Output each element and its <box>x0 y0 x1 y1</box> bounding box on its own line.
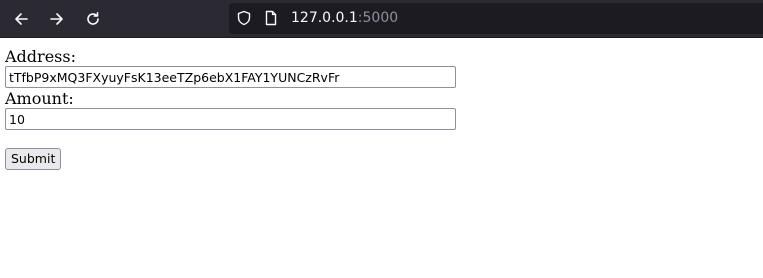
back-arrow-icon <box>13 11 29 27</box>
reload-button[interactable] <box>81 7 105 31</box>
url-text[interactable]: 127.0.0.1:5000 <box>291 10 398 27</box>
browser-toolbar: 127.0.0.1:5000 <box>0 0 763 38</box>
shield-icon[interactable] <box>236 10 252 26</box>
page-content: Address: Amount: Submit <box>0 38 763 278</box>
address-label: Address: <box>5 47 76 66</box>
page-icon[interactable] <box>263 10 279 26</box>
address-input[interactable] <box>5 66 456 88</box>
url-host: 127.0.0.1 <box>291 10 358 26</box>
reload-icon <box>85 11 101 27</box>
url-port: :5000 <box>357 10 399 26</box>
amount-label: Amount: <box>5 89 74 108</box>
forward-button[interactable] <box>45 7 69 31</box>
submit-button[interactable]: Submit <box>5 148 62 170</box>
forward-arrow-icon <box>49 11 65 27</box>
back-button[interactable] <box>9 7 33 31</box>
amount-input[interactable] <box>5 108 456 130</box>
url-bar[interactable]: 127.0.0.1:5000 <box>229 3 763 34</box>
